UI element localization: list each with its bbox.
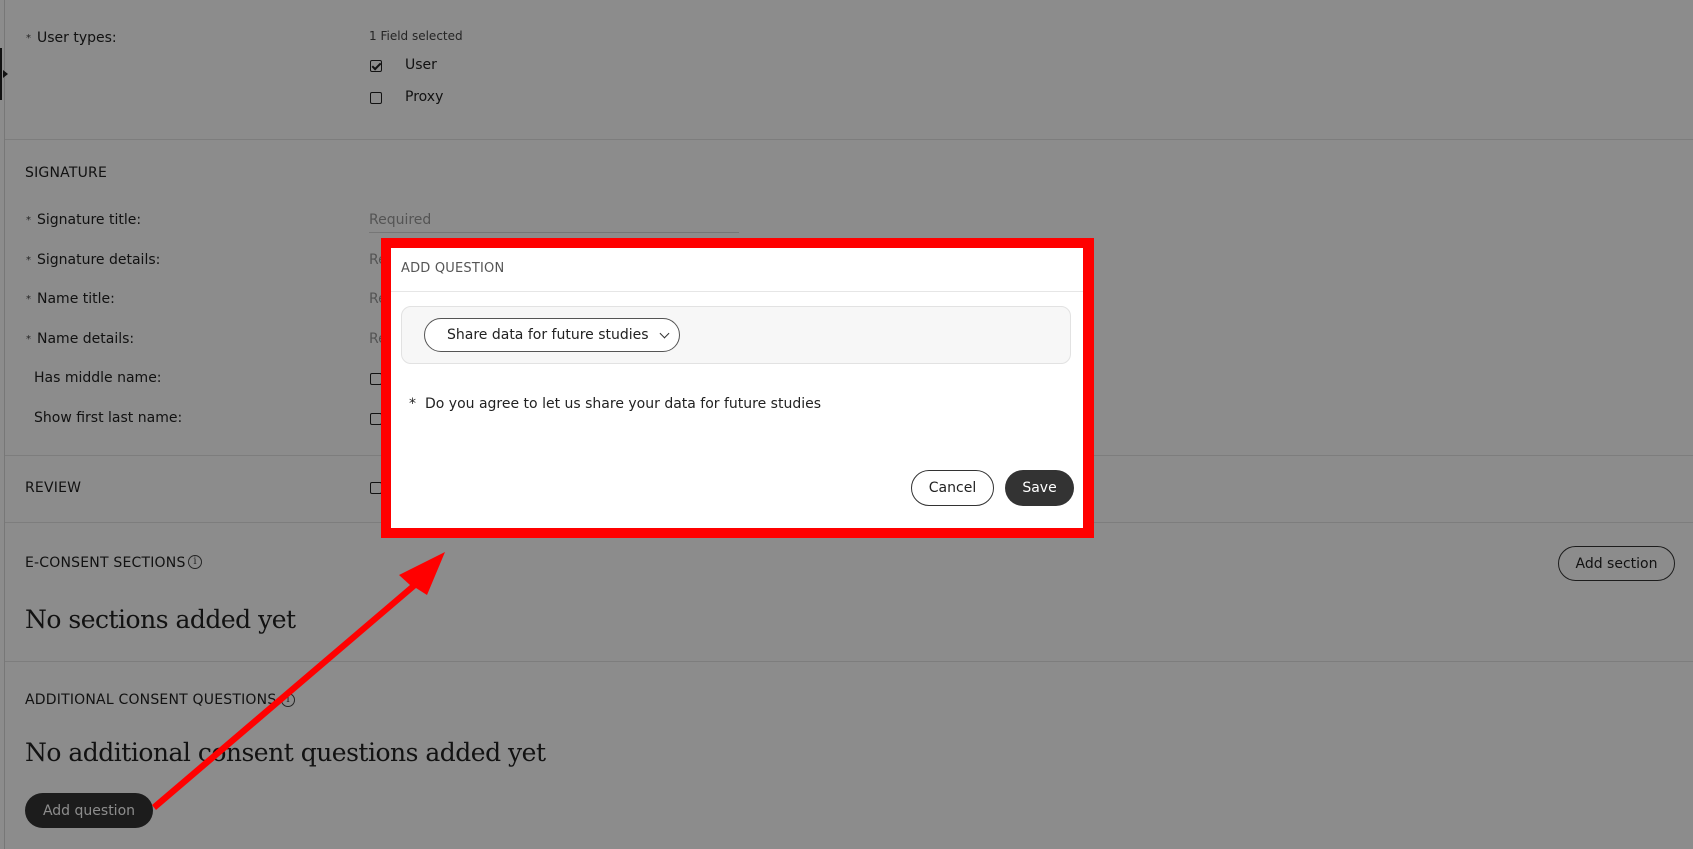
annotation-arrow — [152, 552, 445, 810]
arrow-shape — [152, 552, 445, 810]
